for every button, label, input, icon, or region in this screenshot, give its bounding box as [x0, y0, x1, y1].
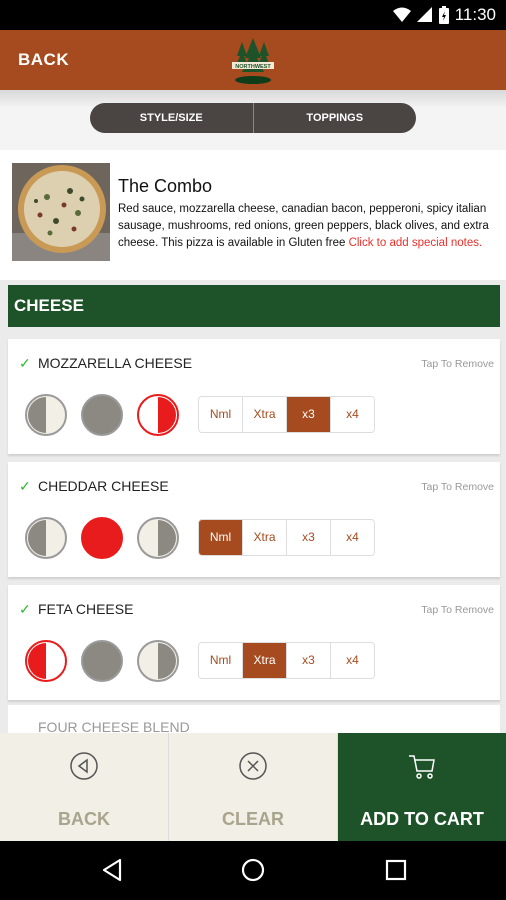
- back-link[interactable]: BACK: [18, 30, 69, 90]
- left-half-icon[interactable]: [24, 393, 68, 437]
- clear-icon: [239, 752, 267, 780]
- whole-pizza-icon[interactable]: [80, 516, 124, 560]
- nav-home-icon[interactable]: [241, 858, 265, 882]
- back-button-label: BACK: [58, 809, 110, 829]
- clear-button[interactable]: CLEAR: [169, 733, 338, 841]
- amount-selector: Nml Xtra x3 x4: [198, 396, 375, 433]
- add-to-cart-button[interactable]: ADD TO CART: [338, 733, 506, 841]
- back-button[interactable]: BACK: [0, 733, 169, 841]
- tap-to-remove[interactable]: Tap To Remove: [421, 481, 494, 493]
- check-icon: ✓: [19, 601, 31, 617]
- left-half-icon[interactable]: [24, 639, 68, 683]
- topping-card: ✓ MOZZARELLA CHEESE Tap To Remove Nml Xt…: [8, 339, 500, 454]
- topping-card: ✓ CHEDDAR CHEESE Tap To Remove Nml Xtra …: [8, 462, 500, 577]
- topping-name: FETA CHEESE: [38, 601, 134, 617]
- right-half-icon[interactable]: [136, 639, 180, 683]
- right-half-icon[interactable]: [136, 516, 180, 560]
- nav-recents-icon[interactable]: [384, 858, 408, 882]
- clock: 11:30: [454, 5, 496, 24]
- nav-back-icon[interactable]: [100, 858, 124, 882]
- topping-name: CHEDDAR CHEESE: [38, 478, 169, 494]
- product-description: Red sauce, mozzarella cheese, canadian b…: [118, 201, 498, 252]
- brand-logo: NORTHWEST: [232, 38, 274, 84]
- amount-x3[interactable]: x3: [286, 643, 330, 678]
- side-selector: [24, 516, 180, 560]
- status-icons: 11:30: [392, 0, 496, 30]
- pizza-photo: [12, 163, 110, 261]
- wifi-icon: [392, 7, 411, 22]
- tap-to-remove[interactable]: Tap To Remove: [421, 358, 494, 370]
- battery-icon: [438, 6, 449, 24]
- clear-button-label: CLEAR: [222, 809, 284, 829]
- back-arrow-icon: [70, 752, 98, 780]
- tab-style-size[interactable]: STYLE/SIZE: [90, 103, 253, 133]
- amount-nml[interactable]: Nml: [199, 520, 242, 555]
- side-selector: [24, 639, 180, 683]
- amount-x3[interactable]: x3: [286, 397, 330, 432]
- amount-x4[interactable]: x4: [330, 520, 374, 555]
- signal-icon: [416, 7, 432, 22]
- amount-x3[interactable]: x3: [286, 520, 330, 555]
- status-bar: 11:30: [0, 0, 506, 30]
- amount-x4[interactable]: x4: [330, 643, 374, 678]
- whole-pizza-icon[interactable]: [80, 393, 124, 437]
- amount-selector: Nml Xtra x3 x4: [198, 642, 375, 679]
- amount-xtra[interactable]: Xtra: [242, 643, 286, 678]
- tap-to-remove[interactable]: Tap To Remove: [421, 604, 494, 616]
- amount-nml[interactable]: Nml: [199, 643, 242, 678]
- product-title: The Combo: [118, 176, 213, 196]
- logo-text: NORTHWEST: [235, 64, 271, 70]
- cart-icon: [409, 755, 435, 779]
- amount-xtra[interactable]: Xtra: [242, 397, 286, 432]
- tab-toppings[interactable]: TOPPINGS: [254, 103, 417, 133]
- add-to-cart-label: ADD TO CART: [360, 809, 484, 829]
- whole-pizza-icon[interactable]: [80, 639, 124, 683]
- amount-nml[interactable]: Nml: [199, 397, 242, 432]
- amount-x4[interactable]: x4: [330, 397, 374, 432]
- segmented-control: STYLE/SIZE TOPPINGS: [90, 103, 416, 133]
- special-notes-link[interactable]: Click to add special notes.: [349, 237, 483, 249]
- topping-name: MOZZARELLA CHEESE: [38, 355, 193, 371]
- system-nav-bar: [0, 841, 506, 900]
- amount-xtra[interactable]: Xtra: [242, 520, 286, 555]
- check-icon: ✓: [19, 355, 31, 371]
- left-half-icon[interactable]: [24, 516, 68, 560]
- topping-card: ✓ FETA CHEESE Tap To Remove Nml Xtra x3 …: [8, 585, 500, 700]
- side-selector: [24, 393, 180, 437]
- right-half-icon[interactable]: [136, 393, 180, 437]
- check-icon: ✓: [19, 478, 31, 494]
- bottom-action-bar: BACK CLEAR ADD TO CART: [0, 733, 506, 841]
- amount-selector: Nml Xtra x3 x4: [198, 519, 375, 556]
- section-header-cheese: CHEESE: [8, 285, 500, 327]
